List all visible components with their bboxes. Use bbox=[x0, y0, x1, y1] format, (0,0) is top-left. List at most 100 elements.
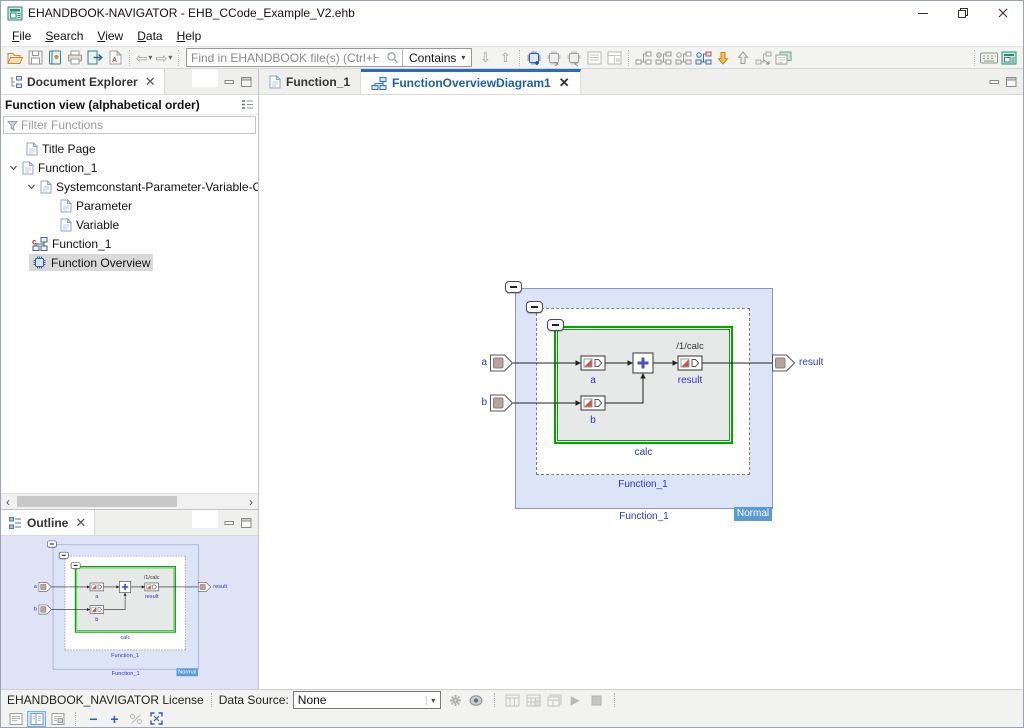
close-tab-icon[interactable]: ✕ bbox=[559, 75, 570, 91]
signal-block-a[interactable] bbox=[90, 583, 104, 591]
upload-gray-icon[interactable] bbox=[734, 48, 752, 68]
report-view-icon[interactable] bbox=[605, 48, 623, 68]
handbook-icon[interactable] bbox=[46, 48, 64, 68]
stop-icon[interactable] bbox=[588, 692, 605, 709]
nodes-colored-icon[interactable] bbox=[694, 48, 712, 68]
maximize-panel-icon[interactable] bbox=[241, 77, 252, 87]
minimize-window-button[interactable] bbox=[903, 1, 943, 25]
find-next-down-icon[interactable]: ⇩ bbox=[476, 48, 494, 68]
page-split-view-icon[interactable] bbox=[27, 711, 46, 727]
tree-item-function-overview[interactable]: Function Overview bbox=[1, 253, 258, 272]
scrollbar-thumb[interactable] bbox=[17, 496, 177, 507]
nodes-3-icon[interactable] bbox=[674, 48, 692, 68]
download-yellow-icon[interactable] bbox=[714, 48, 732, 68]
chevron-expanded-icon[interactable] bbox=[25, 182, 37, 191]
nodes-2-icon[interactable] bbox=[654, 48, 672, 68]
minimize-panel-icon[interactable] bbox=[224, 77, 235, 87]
play-icon[interactable]: ▶ bbox=[567, 692, 584, 709]
export-pdf-icon[interactable]: A bbox=[106, 48, 124, 68]
table-1-icon[interactable] bbox=[504, 692, 521, 709]
menu-help[interactable]: Help bbox=[170, 27, 209, 45]
explorer-horizontal-scrollbar[interactable]: ‹ › bbox=[1, 493, 258, 509]
view-menu-icon[interactable] bbox=[241, 99, 254, 110]
tab-outline[interactable]: Outline ✕ bbox=[1, 510, 95, 535]
page-text-view-icon[interactable] bbox=[6, 711, 25, 727]
signal-block-a[interactable] bbox=[581, 356, 605, 370]
nav-forward-icon[interactable]: ⇨▾ bbox=[155, 48, 173, 68]
fit-to-view-icon[interactable] bbox=[148, 710, 165, 727]
collapse-calc-button[interactable] bbox=[547, 319, 564, 331]
save-icon[interactable] bbox=[26, 48, 44, 68]
folder-open-icon[interactable] bbox=[6, 48, 24, 68]
chevron-expanded-icon[interactable] bbox=[7, 163, 19, 172]
signal-block-b[interactable] bbox=[90, 606, 104, 614]
output-port-result[interactable] bbox=[198, 582, 210, 591]
menu-data[interactable]: Data bbox=[130, 27, 169, 45]
signal-block-result[interactable] bbox=[145, 583, 159, 591]
nav-back-icon[interactable]: ⇦▾ bbox=[135, 48, 153, 68]
input-port-a[interactable] bbox=[39, 582, 51, 591]
maximize-panel-icon[interactable] bbox=[1006, 77, 1017, 87]
keyboard-icon[interactable] bbox=[980, 48, 998, 68]
output-port-result[interactable] bbox=[773, 355, 795, 371]
find-previous-up-icon[interactable]: ⇧ bbox=[496, 48, 514, 68]
visualization-icon[interactable] bbox=[468, 692, 485, 709]
tab-document-explorer[interactable]: Document Explorer ✕ bbox=[1, 69, 165, 94]
nodes-export-icon[interactable] bbox=[754, 48, 772, 68]
restore-window-button[interactable] bbox=[943, 1, 983, 25]
sum-block[interactable] bbox=[633, 353, 653, 373]
signal-block-b[interactable] bbox=[581, 396, 605, 410]
tree-item-parameter[interactable]: Parameter bbox=[1, 196, 258, 215]
list-view-icon[interactable] bbox=[585, 48, 603, 68]
input-port-b[interactable] bbox=[39, 605, 51, 614]
menu-search[interactable]: Search bbox=[38, 27, 90, 45]
menu-view[interactable]: View bbox=[90, 27, 130, 45]
outline-canvas[interactable]: a b result /1/calc a b result calc Funct… bbox=[1, 536, 258, 689]
input-port-a[interactable] bbox=[491, 355, 513, 371]
input-port-b[interactable] bbox=[491, 395, 513, 411]
tree-item-variable[interactable]: Variable bbox=[1, 215, 258, 234]
tree-item-title-page[interactable]: Title Page bbox=[1, 139, 258, 158]
zoom-in-icon[interactable]: + bbox=[106, 710, 123, 727]
tab-function-overview-diagram[interactable]: FunctionOverviewDiagram1 ✕ bbox=[361, 69, 581, 94]
diagram-canvas[interactable]: a b result /1/calc a b result calc Funct… bbox=[259, 95, 1023, 689]
collapse-process-button[interactable] bbox=[526, 301, 543, 313]
collapse-outer-button[interactable] bbox=[47, 541, 57, 548]
collapse-outer-button[interactable] bbox=[505, 281, 522, 293]
table-3-icon[interactable] bbox=[546, 692, 563, 709]
gear-icon[interactable] bbox=[447, 692, 464, 709]
scroll-left-icon[interactable]: ‹ bbox=[1, 494, 15, 509]
maximize-panel-icon[interactable] bbox=[241, 518, 252, 528]
nodes-1-icon[interactable] bbox=[634, 48, 652, 68]
chip-add-icon[interactable] bbox=[525, 48, 543, 68]
scroll-right-icon[interactable]: › bbox=[244, 494, 258, 509]
close-tab-icon[interactable]: ✕ bbox=[75, 515, 86, 531]
collapse-calc-button[interactable] bbox=[71, 562, 81, 569]
find-input[interactable] bbox=[187, 49, 383, 66]
app-window-icon[interactable] bbox=[1000, 48, 1018, 68]
filter-functions-input[interactable] bbox=[21, 118, 252, 132]
table-2-icon[interactable] bbox=[525, 692, 542, 709]
zoom-percent-icon[interactable] bbox=[127, 710, 144, 727]
copy-view-icon[interactable] bbox=[774, 48, 792, 68]
signal-block-result[interactable] bbox=[678, 356, 702, 370]
minimize-panel-icon[interactable] bbox=[224, 518, 235, 528]
zoom-out-icon[interactable]: − bbox=[85, 710, 102, 727]
tree-item-function-1[interactable]: Function_1 bbox=[1, 158, 258, 177]
tab-function-1[interactable]: Function_1 bbox=[259, 69, 361, 94]
close-tab-icon[interactable]: ✕ bbox=[145, 74, 156, 90]
page-image-view-icon[interactable] bbox=[48, 711, 67, 727]
match-mode-dropdown[interactable]: Contains▾ bbox=[403, 49, 471, 66]
print-icon[interactable] bbox=[66, 48, 84, 68]
tree-item-function-1-diagram[interactable]: c Function_1 bbox=[1, 234, 258, 253]
chip-forward-icon[interactable] bbox=[545, 48, 563, 68]
data-source-combobox[interactable]: None ▾ bbox=[293, 691, 441, 709]
sum-block[interactable] bbox=[119, 581, 130, 592]
export-icon[interactable] bbox=[86, 48, 104, 68]
minimize-panel-icon[interactable] bbox=[989, 77, 1000, 87]
chip-back-icon[interactable] bbox=[565, 48, 583, 68]
close-window-button[interactable] bbox=[983, 1, 1023, 25]
tree-item-systemconstant[interactable]: Systemconstant-Parameter-Variable-Cha bbox=[1, 177, 258, 196]
menu-file[interactable]: File bbox=[5, 27, 38, 45]
collapse-process-button[interactable] bbox=[59, 552, 69, 559]
